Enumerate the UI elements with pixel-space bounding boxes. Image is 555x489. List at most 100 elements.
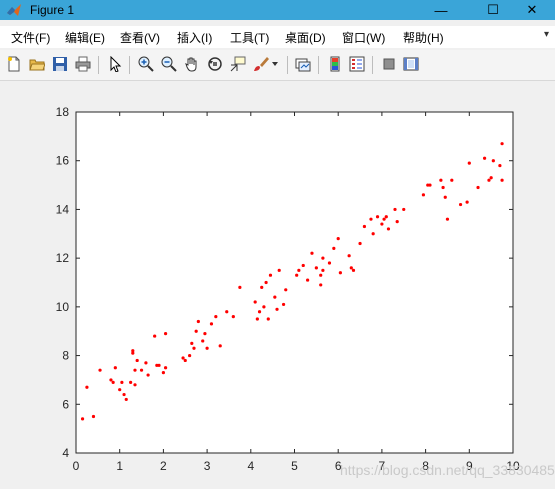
brush-dropdown-icon[interactable] <box>269 54 281 74</box>
toolbar-separator <box>98 56 99 74</box>
data-point <box>347 254 351 258</box>
data-point <box>275 307 279 311</box>
data-point <box>491 159 495 163</box>
data-point <box>133 368 137 372</box>
data-point <box>301 263 305 268</box>
data-point <box>319 273 323 277</box>
print-icon[interactable] <box>73 54 93 74</box>
toolbar-separator <box>318 56 319 74</box>
data-point <box>362 224 367 229</box>
data-point <box>295 273 299 277</box>
data-point <box>321 268 325 272</box>
data-point <box>380 222 384 226</box>
data-point <box>439 178 443 182</box>
data-point <box>192 346 196 350</box>
menu-tools[interactable]: 工具(T) <box>230 29 269 46</box>
menu-window[interactable]: 窗口(W) <box>342 29 385 46</box>
data-point <box>266 317 270 321</box>
data-point <box>465 200 469 204</box>
data-point <box>225 310 229 314</box>
data-point <box>190 341 194 345</box>
data-point <box>203 332 207 336</box>
data-point <box>268 273 273 277</box>
data-point <box>209 322 214 326</box>
data-point <box>273 295 277 299</box>
menu-insert[interactable]: 插入(I) <box>177 29 212 46</box>
data-point <box>113 366 117 370</box>
data-point <box>257 310 262 314</box>
show-plot-tools-icon[interactable] <box>401 54 421 74</box>
data-point <box>428 183 432 187</box>
data-point <box>157 363 161 367</box>
figure-canvas[interactable]: 0 1 2 3 4 5 6 7 8 9 10 4 6 8 10 12 14 16 18 <box>0 81 555 489</box>
data-point <box>421 193 426 197</box>
edit-plot-icon[interactable] <box>105 54 125 74</box>
menu-file[interactable]: 文件(F) <box>11 29 50 46</box>
data-point <box>498 163 502 168</box>
data-point <box>314 266 318 270</box>
brush-icon[interactable] <box>251 54 271 74</box>
data-point <box>163 366 168 370</box>
x-tick-label: 4 <box>247 459 254 473</box>
data-point <box>131 351 135 355</box>
data-point <box>161 371 165 375</box>
data-point <box>445 217 450 221</box>
hide-plot-tools-icon[interactable] <box>379 54 399 74</box>
data-point <box>284 288 288 292</box>
menu-desktop[interactable]: 桌面(D) <box>285 29 326 46</box>
save-icon[interactable] <box>50 54 70 74</box>
data-point <box>183 358 187 363</box>
window-title: Figure 1 <box>30 3 75 17</box>
x-tick-label: 5 <box>291 459 298 473</box>
data-point <box>118 388 122 392</box>
menu-help[interactable]: 帮助(H) <box>403 29 444 46</box>
data-point <box>120 380 124 384</box>
toolbar-separator <box>287 56 288 74</box>
menu-bar: 文件(F) 编辑(E) 查看(V) 插入(I) 工具(T) 桌面(D) 窗口(W… <box>0 26 555 48</box>
menu-edit[interactable]: 编辑(E) <box>65 29 105 46</box>
menu-overflow-icon[interactable]: ▾ <box>544 29 549 40</box>
data-point <box>321 256 325 260</box>
data-point <box>85 385 89 389</box>
data-point <box>319 283 323 287</box>
new-figure-icon[interactable] <box>4 54 24 74</box>
data-point <box>351 268 356 272</box>
close-button[interactable]: ✕ <box>509 0 555 20</box>
insert-legend-icon[interactable] <box>347 54 367 74</box>
data-point <box>238 285 242 289</box>
data-point <box>482 156 487 160</box>
data-point <box>231 315 235 319</box>
y-tick-label: 14 <box>56 202 70 216</box>
data-point <box>194 329 198 333</box>
open-file-icon[interactable] <box>27 54 47 74</box>
data-point <box>124 397 128 402</box>
watermark-text: https://blog.csdn.net/qq_33830485 <box>340 462 555 478</box>
data-point <box>450 178 454 182</box>
data-point <box>375 215 380 219</box>
data-point <box>264 280 268 285</box>
data-point <box>135 358 139 363</box>
zoom-in-icon[interactable] <box>136 54 156 74</box>
scatter-plot[interactable]: 0 1 2 3 4 5 6 7 8 9 104681012141618 <box>0 81 555 489</box>
y-tick-label: 8 <box>62 349 69 363</box>
data-point <box>205 346 209 350</box>
pan-icon[interactable] <box>182 54 202 74</box>
data-point <box>253 300 257 304</box>
insert-colorbar-icon[interactable] <box>325 54 345 74</box>
data-point <box>146 373 150 377</box>
data-cursor-icon[interactable] <box>228 54 248 74</box>
zoom-out-icon[interactable] <box>159 54 179 74</box>
data-point <box>277 268 281 272</box>
data-point <box>306 278 310 282</box>
x-tick-label: 1 <box>116 459 123 473</box>
data-point <box>332 246 336 250</box>
data-point <box>489 176 493 180</box>
data-point <box>153 334 157 338</box>
rotate-3d-icon[interactable] <box>205 54 225 74</box>
y-tick-label: 10 <box>56 300 70 314</box>
menu-view[interactable]: 查看(V) <box>120 29 160 46</box>
minimize-button[interactable]: — <box>418 0 464 20</box>
data-point <box>201 339 205 343</box>
toolbar-separator <box>129 56 130 74</box>
link-plot-icon[interactable] <box>293 54 313 74</box>
